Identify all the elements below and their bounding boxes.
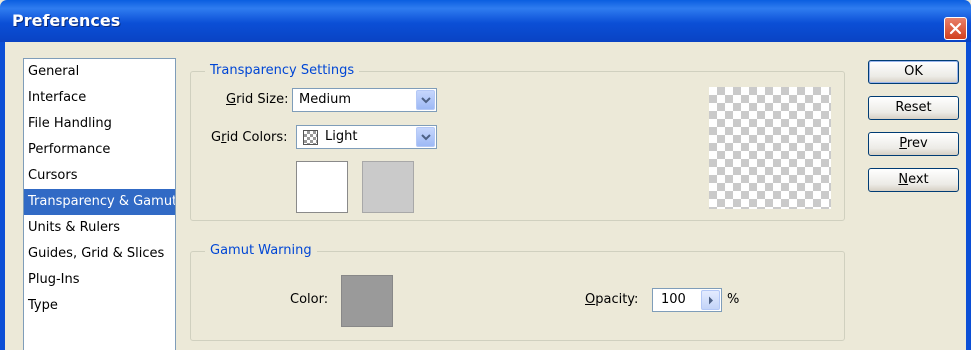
chevron-down-icon [421, 97, 431, 104]
next-button[interactable]: Next [868, 168, 959, 192]
reset-button[interactable]: Reset [868, 96, 959, 120]
title-bar[interactable]: Preferences [0, 0, 971, 42]
nav-item[interactable]: Performance [24, 137, 175, 163]
close-button[interactable] [944, 17, 967, 40]
grid-size-dropdown-button[interactable] [416, 90, 435, 110]
nav-item[interactable]: Type [24, 293, 175, 319]
opacity-slider-button[interactable] [701, 290, 720, 310]
gamut-color-swatch[interactable] [341, 275, 393, 327]
grid-colors-select[interactable]: Light [296, 125, 437, 149]
window-frame-left [0, 42, 5, 350]
grid-colors-label: Grid Colors: [211, 130, 288, 145]
preferences-category-list[interactable]: General Interface File Handling Performance… [23, 58, 176, 350]
opacity-input[interactable]: 100 [652, 288, 722, 312]
grid-size-value: Medium [299, 92, 351, 107]
window-title: Preferences [12, 11, 121, 30]
grid-size-label: Grid Size: [226, 92, 289, 107]
opacity-value: 100 [661, 292, 686, 307]
chevron-right-icon [709, 296, 713, 305]
prev-button[interactable]: Prev [868, 132, 959, 156]
nav-item[interactable]: General [24, 59, 175, 85]
gamut-color-label: Color: [290, 292, 329, 307]
grid-size-select[interactable]: Medium [292, 88, 437, 112]
window-frame-right [966, 42, 971, 350]
gamut-warning-group: Gamut Warning [190, 243, 845, 341]
nav-item[interactable]: Interface [24, 85, 175, 111]
chevron-down-icon [421, 134, 431, 141]
ok-button[interactable]: OK [868, 60, 959, 84]
nav-item[interactable]: Plug-Ins [24, 267, 175, 293]
nav-item[interactable]: Transparency & Gamut [24, 189, 175, 215]
opacity-label: Opacity: [585, 292, 639, 307]
nav-item[interactable]: Cursors [24, 163, 175, 189]
grid-colors-value: Light [325, 129, 358, 144]
nav-item[interactable]: File Handling [24, 111, 175, 137]
grid-color-swatch-2[interactable] [362, 161, 414, 213]
nav-item[interactable]: Guides, Grid & Slices [24, 241, 175, 267]
close-icon [949, 22, 962, 35]
opacity-unit: % [727, 292, 740, 307]
nav-item[interactable]: Units & Rulers [24, 215, 175, 241]
checkerboard-icon [303, 130, 318, 145]
transparency-grid-preview [709, 87, 831, 209]
gamut-warning-legend: Gamut Warning [205, 243, 317, 258]
grid-color-swatch-1[interactable] [296, 161, 348, 213]
grid-colors-dropdown-button[interactable] [416, 127, 435, 147]
transparency-settings-legend: Transparency Settings [205, 63, 360, 78]
